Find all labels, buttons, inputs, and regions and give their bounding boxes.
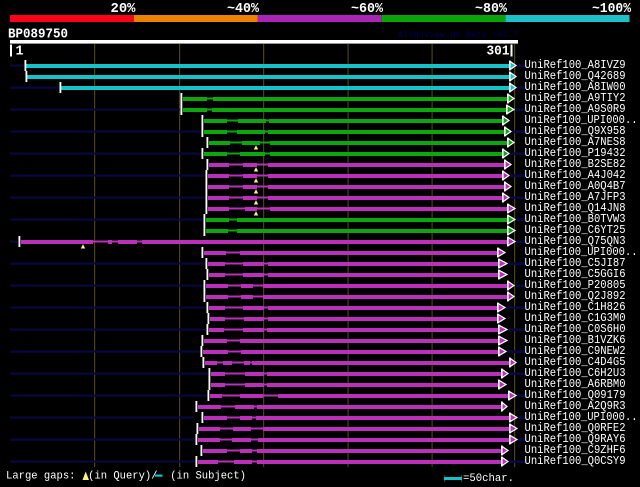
svg-text:UniRef100_Q0CSY9: UniRef100_Q0CSY9 (525, 454, 626, 468)
svg-text:301: 301 (487, 44, 510, 60)
svg-text:20%: 20% (111, 1, 137, 17)
svg-text:AlignView.pm Beta rel.7: AlignView.pm Beta rel.7 (398, 30, 518, 40)
svg-text:~100%: ~100% (592, 1, 632, 17)
svg-text:1: 1 (16, 44, 24, 60)
svg-text:Large gaps: ▲(in Query)/– (in: Large gaps: ▲(in Query)/– (in Subject) (6, 471, 246, 483)
svg-text:~60%: ~60% (351, 1, 384, 17)
svg-text:~80%: ~80% (475, 1, 508, 17)
svg-text:=50char.: =50char. (463, 473, 514, 485)
svg-text:~40%: ~40% (227, 1, 260, 17)
